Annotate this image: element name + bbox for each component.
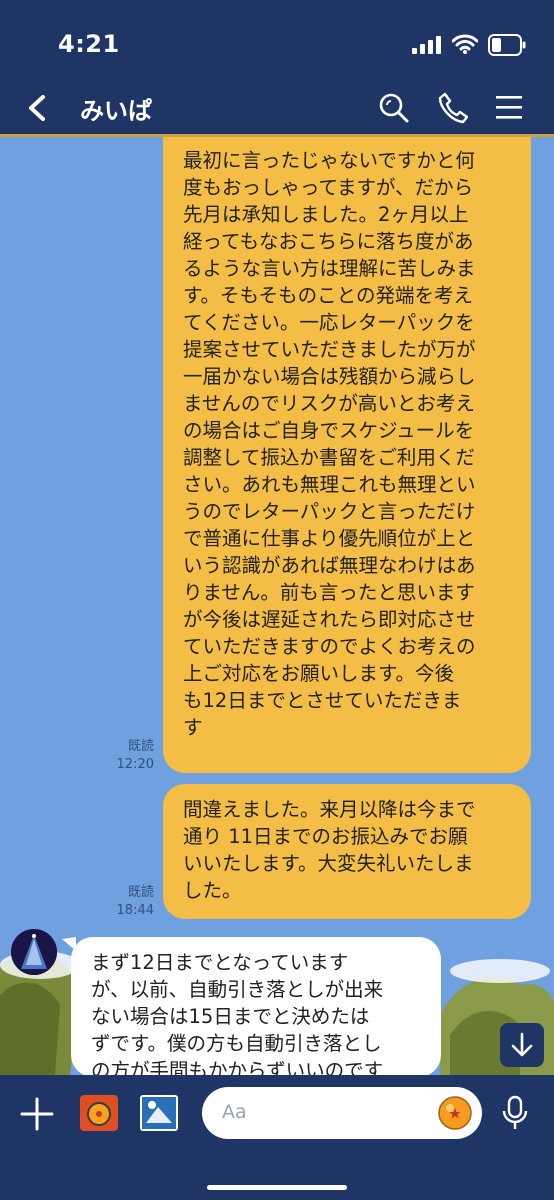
sticker-button-icon[interactable] bbox=[436, 1094, 474, 1132]
gallery-app-icon[interactable] bbox=[140, 1095, 178, 1131]
message-text-line: 度もおっしゃってますが、だから bbox=[183, 176, 474, 199]
input-placeholder: Aa bbox=[222, 1101, 247, 1123]
message-text-line: の方が手間もかからずいいのです bbox=[91, 1059, 384, 1075]
message-time: 18:44 bbox=[116, 903, 154, 918]
message-text-line: まず12日までとなっています bbox=[91, 951, 349, 974]
dragon-ball-icon bbox=[82, 1099, 116, 1127]
message-text-line: ていただきますのでよくお考えの bbox=[183, 635, 476, 658]
message-text-line: いう認識があれば無理なわけはあ bbox=[183, 554, 476, 577]
message-input-field[interactable]: Aa bbox=[202, 1087, 482, 1139]
message-text-line: りません。前も言ったと思います bbox=[183, 581, 475, 604]
chat-header: 4:21 みいぱ bbox=[0, 0, 554, 137]
message-text-line: いいたします。大変失礼いたしま bbox=[183, 852, 474, 875]
home-indicator[interactable] bbox=[207, 1185, 347, 1190]
message-text-line: の場合はご自身でスケジュールを bbox=[183, 419, 475, 442]
back-chevron-icon[interactable] bbox=[26, 94, 48, 122]
message-text-line: 最初に言ったじゃないですかと何 bbox=[183, 149, 475, 172]
cellular-signal-icon bbox=[412, 36, 441, 54]
chat-area[interactable]: 最初に言ったじゃないですかと何 度もおっしゃってますが、だから 先月は承知しました。… bbox=[0, 137, 554, 1075]
message-text-line: さい。あれも無理これも無理とい bbox=[183, 473, 476, 496]
message-input-bar: Aa bbox=[0, 1075, 554, 1200]
message-text-line: 上ご対応をお願いします。今後 bbox=[183, 662, 455, 685]
message-text-line: す。そもそものことの発端を考え bbox=[183, 284, 473, 307]
message-text-line: 提案させていただきましたが万が bbox=[183, 338, 476, 361]
camera-app-icon[interactable] bbox=[80, 1095, 118, 1131]
scroll-to-bottom-button[interactable] bbox=[500, 1023, 544, 1067]
message-text-line: が、以前、自動引き落としが出来 bbox=[91, 978, 384, 1001]
message-text-line: 経ってもなおこちらに落ち度があ bbox=[183, 230, 474, 253]
message-text-line: した。 bbox=[183, 879, 242, 902]
message-text-line: 通り 11日までのお振込みでお願 bbox=[183, 825, 468, 848]
outgoing-message-bubble[interactable]: 間違えました。来月以降は今まで 通り 11日までのお振込みでお願 いいたします。大変… bbox=[163, 784, 531, 919]
message-text-line: ない場合は15日までと決めたは bbox=[91, 1005, 370, 1028]
message-text-line: てください。一応レターパックを bbox=[183, 311, 475, 334]
message-text-line: ずです。僕の方も自動引き落とし bbox=[91, 1032, 382, 1055]
contact-avatar[interactable] bbox=[11, 929, 57, 975]
message-text-line: るような言い方は理解に苦しみま bbox=[183, 257, 476, 280]
status-bar: 4:21 bbox=[0, 28, 554, 62]
message-text-line: 一届かない場合は残額から減らし bbox=[183, 365, 476, 388]
message-text-line: が今後は遅延されたら即対応させ bbox=[183, 608, 476, 631]
plus-icon[interactable] bbox=[20, 1097, 54, 1131]
message-time: 12:20 bbox=[116, 757, 154, 772]
nav-bar: みいぱ bbox=[0, 86, 554, 130]
avatar-image bbox=[11, 929, 57, 975]
outgoing-message-bubble[interactable]: 最初に言ったじゃないですかと何 度もおっしゃってますが、だから 先月は承知しました。… bbox=[163, 137, 531, 773]
message-text-line: ませんのでリスクが高いとお考え bbox=[183, 392, 475, 415]
message-text-line: で普通に仕事より優先順位が上と bbox=[183, 527, 476, 550]
message-text-line: す bbox=[183, 716, 203, 739]
message-meta: 既読 18:44 bbox=[104, 884, 154, 920]
status-time: 4:21 bbox=[58, 30, 120, 58]
read-receipt: 既読 bbox=[127, 885, 154, 900]
wifi-icon bbox=[452, 34, 478, 54]
message-text-line: うのでレターパックと言っただけ bbox=[183, 500, 476, 523]
microphone-icon[interactable] bbox=[502, 1095, 528, 1131]
message-meta: 既読 12:20 bbox=[104, 738, 154, 774]
message-text-line: 調整して振込か書留をご利用くだ bbox=[183, 446, 475, 469]
arrow-down-icon bbox=[511, 1032, 533, 1057]
search-icon[interactable] bbox=[378, 92, 410, 124]
incoming-message-bubble[interactable]: まず12日までとなっていますが、以前、自動引き落としが出来 ない場合は15日までと… bbox=[71, 937, 441, 1075]
message-text-line: も12日までとさせていただきま bbox=[183, 689, 462, 712]
menu-icon[interactable] bbox=[496, 94, 522, 120]
chat-title: みいぱ bbox=[80, 97, 152, 125]
photo-icon bbox=[142, 1097, 176, 1129]
phone-icon[interactable] bbox=[438, 92, 468, 124]
battery-icon bbox=[488, 34, 526, 56]
message-text-line: 間違えました。来月以降は今まで bbox=[183, 798, 476, 821]
read-receipt: 既読 bbox=[127, 739, 154, 754]
message-text-line: 先月は承知しました。2ヶ月以上 bbox=[183, 203, 469, 226]
